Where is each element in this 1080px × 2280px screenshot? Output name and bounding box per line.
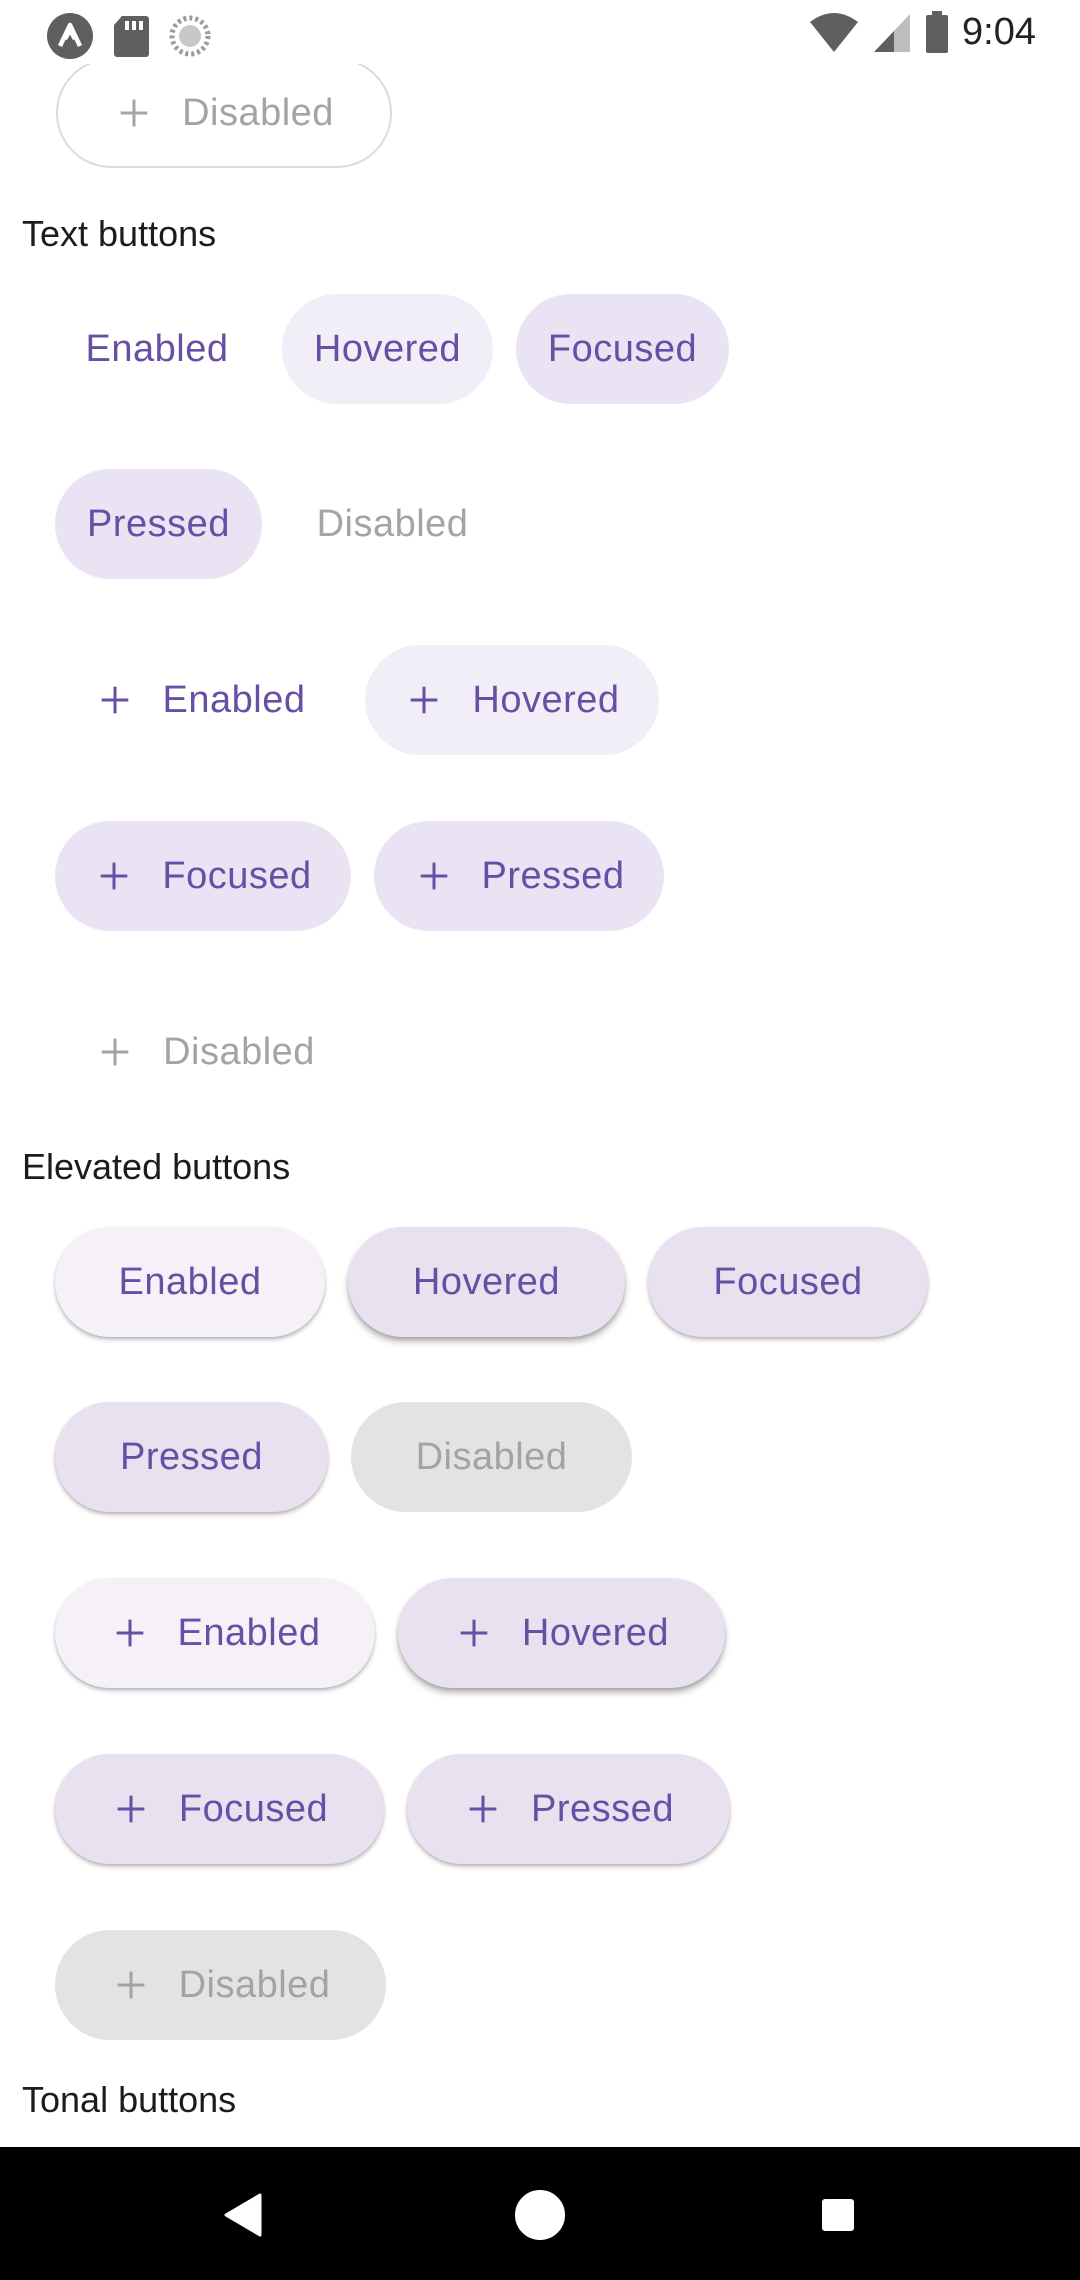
wifi-icon bbox=[810, 13, 859, 52]
button-label: Focused bbox=[547, 327, 698, 370]
button-label: Pressed bbox=[120, 1435, 263, 1478]
plus-icon bbox=[117, 1795, 145, 1823]
button-label: Enabled bbox=[118, 1260, 262, 1303]
text-button-focused[interactable]: Focused bbox=[516, 294, 729, 404]
plus-icon bbox=[101, 1038, 129, 1066]
outlined-icon-button-disabled[interactable]: Disabled bbox=[56, 58, 392, 168]
button-label: Enabled bbox=[85, 327, 229, 370]
app-logo-icon bbox=[47, 13, 93, 59]
elevated-button-enabled[interactable]: Enabled bbox=[55, 1227, 325, 1337]
button-label: Pressed bbox=[481, 854, 625, 897]
section-title-elevated-buttons: Elevated buttons bbox=[22, 1146, 291, 1187]
elevated-button-disabled[interactable]: Disabled bbox=[351, 1402, 632, 1512]
text-button-pressed[interactable]: Pressed bbox=[55, 469, 262, 579]
section-title-tonal-buttons: Tonal buttons bbox=[22, 2079, 237, 2120]
text-button-hovered[interactable]: Hovered bbox=[282, 294, 493, 404]
text-icon-button-disabled[interactable]: Disabled bbox=[55, 997, 355, 1107]
back-icon[interactable] bbox=[222, 2193, 262, 2237]
plus-icon bbox=[101, 686, 128, 714]
button-label: Disabled bbox=[415, 1435, 568, 1478]
elevated-button-hovered[interactable]: Hovered bbox=[348, 1227, 625, 1337]
elevated-icon-button-pressed[interactable]: Pressed bbox=[407, 1754, 730, 1864]
elevated-button-focused[interactable]: Focused bbox=[648, 1227, 928, 1337]
button-label: Disabled bbox=[316, 502, 469, 545]
button-label: Pressed bbox=[531, 1787, 674, 1830]
text-button-disabled[interactable]: Disabled bbox=[285, 469, 500, 579]
elevated-icon-button-disabled[interactable]: Disabled bbox=[55, 1930, 386, 2040]
text-icon-button-focused[interactable]: Focused bbox=[55, 821, 351, 931]
recents-icon[interactable] bbox=[820, 2197, 856, 2233]
signal-icon bbox=[874, 14, 911, 52]
text-icon-button-pressed[interactable]: Pressed bbox=[374, 821, 664, 931]
plus-icon bbox=[116, 1619, 143, 1647]
button-label: Disabled bbox=[163, 1030, 315, 1073]
elevated-icon-button-focused[interactable]: Focused bbox=[55, 1754, 384, 1864]
section-title-text-buttons: Text buttons bbox=[22, 213, 217, 254]
text-icon-button-enabled[interactable]: Enabled bbox=[55, 645, 345, 755]
elevated-button-pressed[interactable]: Pressed bbox=[55, 1402, 328, 1512]
navigation-bar bbox=[0, 2147, 1080, 2280]
button-label: Hovered bbox=[521, 1611, 670, 1654]
plus-icon bbox=[420, 862, 447, 890]
text-icon-button-hovered[interactable]: Hovered bbox=[365, 645, 659, 755]
button-label: Focused bbox=[713, 1260, 863, 1303]
status-time: 9:04 bbox=[962, 11, 1036, 53]
button-label: Pressed bbox=[87, 502, 230, 545]
button-label: Focused bbox=[162, 854, 312, 897]
plus-icon bbox=[460, 1619, 488, 1647]
sd-card-icon bbox=[114, 16, 149, 57]
button-label: Hovered bbox=[313, 327, 462, 370]
button-label: Enabled bbox=[162, 678, 306, 721]
button-label: Hovered bbox=[472, 678, 620, 721]
button-label: Enabled bbox=[177, 1611, 321, 1654]
text-button-enabled[interactable]: Enabled bbox=[55, 294, 259, 404]
battery-icon bbox=[926, 11, 949, 53]
plus-icon bbox=[120, 99, 148, 127]
elevated-icon-button-enabled[interactable]: Enabled bbox=[55, 1578, 375, 1688]
sync-icon bbox=[169, 15, 211, 57]
plus-icon bbox=[469, 1795, 497, 1823]
plus-icon bbox=[411, 686, 438, 714]
plus-icon bbox=[117, 1971, 144, 1999]
status-bar: 9:04 bbox=[0, 0, 1080, 64]
home-icon[interactable] bbox=[514, 2189, 566, 2241]
button-label: Focused bbox=[178, 1787, 329, 1830]
button-label: Hovered bbox=[412, 1260, 561, 1303]
plus-icon bbox=[101, 862, 128, 890]
elevated-icon-button-hovered[interactable]: Hovered bbox=[398, 1578, 725, 1688]
button-label: Disabled bbox=[182, 91, 334, 134]
button-label: Disabled bbox=[178, 1963, 331, 2006]
scroll-content[interactable]: Disabled Text buttons Enabled Hovered Fo… bbox=[0, 0, 1080, 2147]
